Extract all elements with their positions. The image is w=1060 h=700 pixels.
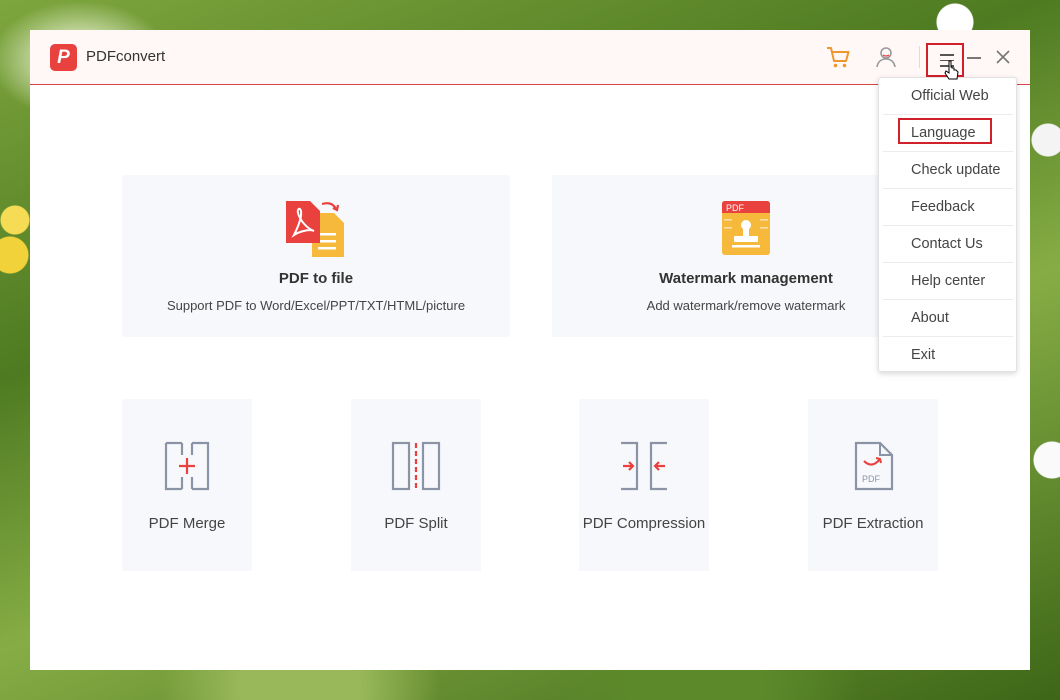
compress-icon [621,441,667,491]
card-title: PDF to file [278,270,354,287]
pdf-split-card[interactable]: PDF Split [351,399,481,571]
app-logo-icon: P [50,44,77,71]
menu-item-help-center[interactable]: Help center [883,263,1013,300]
pdf-compression-card[interactable]: PDF Compression [579,399,709,571]
card-description: Support PDF to Word/Excel/PPT/TXT/HTML/p… [166,298,466,313]
menu-item-check-update[interactable]: Check update [883,152,1013,189]
watermark-icon-text: PDF [726,203,745,213]
pdf-merge-card[interactable]: PDF Merge [122,399,252,571]
menu-item-exit[interactable]: Exit [883,337,1013,374]
tool-label: PDF Split [384,515,448,532]
watermark-icon: PDF [722,201,770,255]
pdf-to-file-card[interactable]: PDF to file Support PDF to Word/Excel/PP… [122,175,510,337]
extract-icon-text: PDF [862,474,881,484]
user-icon[interactable] [873,44,899,70]
tool-label: PDF Extraction [822,515,924,532]
titlebar-divider [919,46,920,68]
extract-icon: PDF [854,441,894,491]
menu-item-feedback[interactable]: Feedback [883,189,1013,226]
merge-icon [164,441,210,491]
tool-label: PDF Compression [582,515,706,532]
menu-item-about[interactable]: About [883,300,1013,337]
mouse-cursor-icon [944,60,959,80]
language-highlight-box [898,118,992,144]
minimize-icon[interactable] [967,57,981,59]
app-title: PDFconvert [86,48,166,65]
pdf-extraction-card[interactable]: PDF PDF Extraction [808,399,938,571]
cart-icon[interactable] [825,44,851,70]
tool-label: PDF Merge [148,515,226,532]
split-icon [391,441,441,491]
close-icon[interactable] [993,47,1013,67]
menu-item-contact-us[interactable]: Contact Us [883,226,1013,263]
menu-item-official-web[interactable]: Official Web [883,78,1013,115]
pdf-to-file-icon [286,201,344,257]
